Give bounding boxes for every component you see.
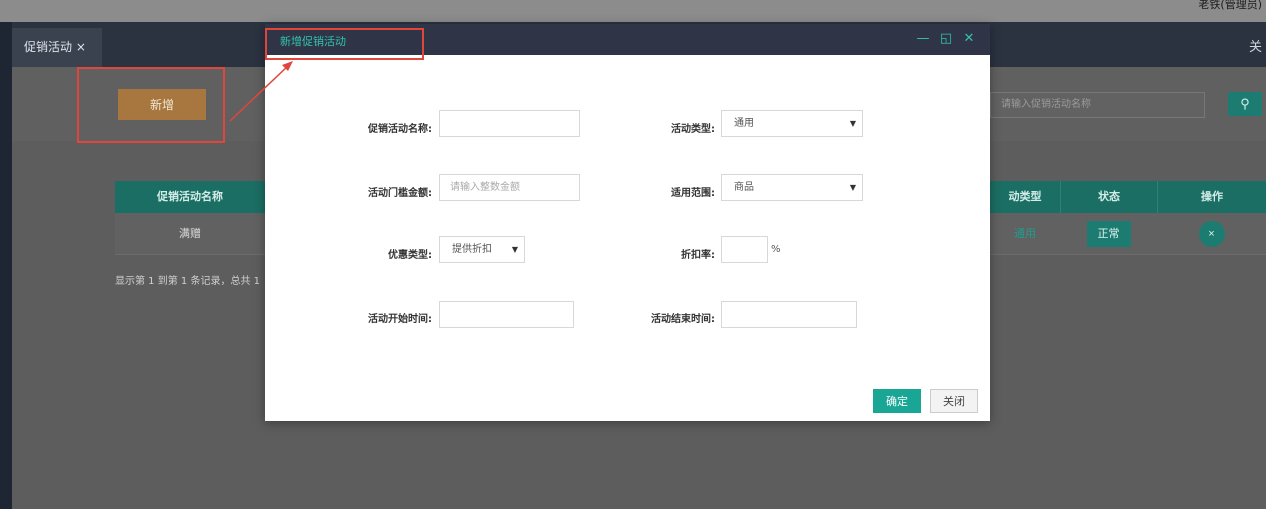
annotation-box-title bbox=[265, 28, 424, 60]
scope-value: 商品 bbox=[734, 182, 754, 193]
table-cell-type: 通用 bbox=[990, 213, 1060, 255]
threshold-label: 活动门槛金额: bbox=[368, 188, 432, 199]
start-time-label: 活动开始时间: bbox=[368, 314, 432, 325]
discount-type-value: 提供折扣 bbox=[452, 244, 492, 255]
left-sidebar bbox=[0, 22, 12, 509]
add-promotion-dialog: 新增促销活动 — ◱ ✕ 促销活动名称: 活动类型: 通用 ▼ 活动门槛金额: … bbox=[265, 24, 990, 421]
promotion-name-label: 促销活动名称: bbox=[368, 124, 432, 135]
maximize-icon[interactable]: ◱ bbox=[939, 31, 953, 47]
start-time-field[interactable] bbox=[439, 301, 574, 328]
discount-rate-field[interactable] bbox=[721, 236, 768, 263]
tab-promotions[interactable]: 促销活动 × bbox=[12, 28, 102, 67]
scope-label: 适用范围: bbox=[671, 188, 715, 199]
tab-strip-right-glyph[interactable]: 关 bbox=[1249, 36, 1262, 55]
discount-type-label: 优惠类型: bbox=[388, 250, 432, 261]
search-button[interactable]: ⚲ bbox=[1228, 92, 1262, 116]
confirm-button[interactable]: 确定 bbox=[873, 389, 921, 413]
discount-rate-label: 折扣率: bbox=[681, 250, 715, 261]
chevron-down-icon: ▼ bbox=[849, 183, 856, 192]
annotation-box-add bbox=[77, 67, 225, 143]
column-header-state: 状态 bbox=[1060, 181, 1157, 213]
table-cell-name: 满赠 bbox=[115, 213, 265, 255]
activity-type-select[interactable]: 通用 ▼ bbox=[721, 110, 863, 137]
promotion-name-field[interactable] bbox=[439, 110, 580, 137]
end-time-label: 活动结束时间: bbox=[651, 314, 715, 325]
column-header-name: 促销活动名称 bbox=[115, 181, 265, 213]
activity-type-value: 通用 bbox=[734, 118, 754, 129]
minimize-icon[interactable]: — bbox=[916, 31, 930, 47]
close-button[interactable]: 关闭 bbox=[930, 389, 978, 413]
threshold-field[interactable]: 请输入整数金额 bbox=[439, 174, 580, 201]
pagination-info: 显示第 1 到第 1 条记录，总共 1 bbox=[115, 276, 260, 287]
discount-type-select[interactable]: 提供折扣 ▼ bbox=[439, 236, 525, 263]
close-icon[interactable]: ✕ bbox=[962, 31, 976, 47]
column-header-op: 操作 bbox=[1157, 181, 1266, 213]
percent-unit: % bbox=[771, 244, 781, 255]
activity-type-label: 活动类型: bbox=[671, 124, 715, 135]
table-cell-state: 正常 bbox=[1060, 213, 1157, 255]
chevron-down-icon: ▼ bbox=[849, 119, 856, 128]
search-input[interactable]: 请输入促销活动名称 bbox=[990, 92, 1205, 118]
chevron-down-icon: ▼ bbox=[511, 245, 518, 254]
delete-button[interactable]: × bbox=[1198, 221, 1225, 247]
end-time-field[interactable] bbox=[721, 301, 857, 328]
top-navbar: 老铁(管理员) bbox=[0, 0, 1266, 22]
column-header-type: 动类型 bbox=[990, 181, 1060, 213]
search-icon: ⚲ bbox=[1240, 96, 1250, 111]
table-cell-op: × bbox=[1157, 213, 1266, 255]
status-badge[interactable]: 正常 bbox=[1086, 221, 1131, 247]
scope-select[interactable]: 商品 ▼ bbox=[721, 174, 863, 201]
